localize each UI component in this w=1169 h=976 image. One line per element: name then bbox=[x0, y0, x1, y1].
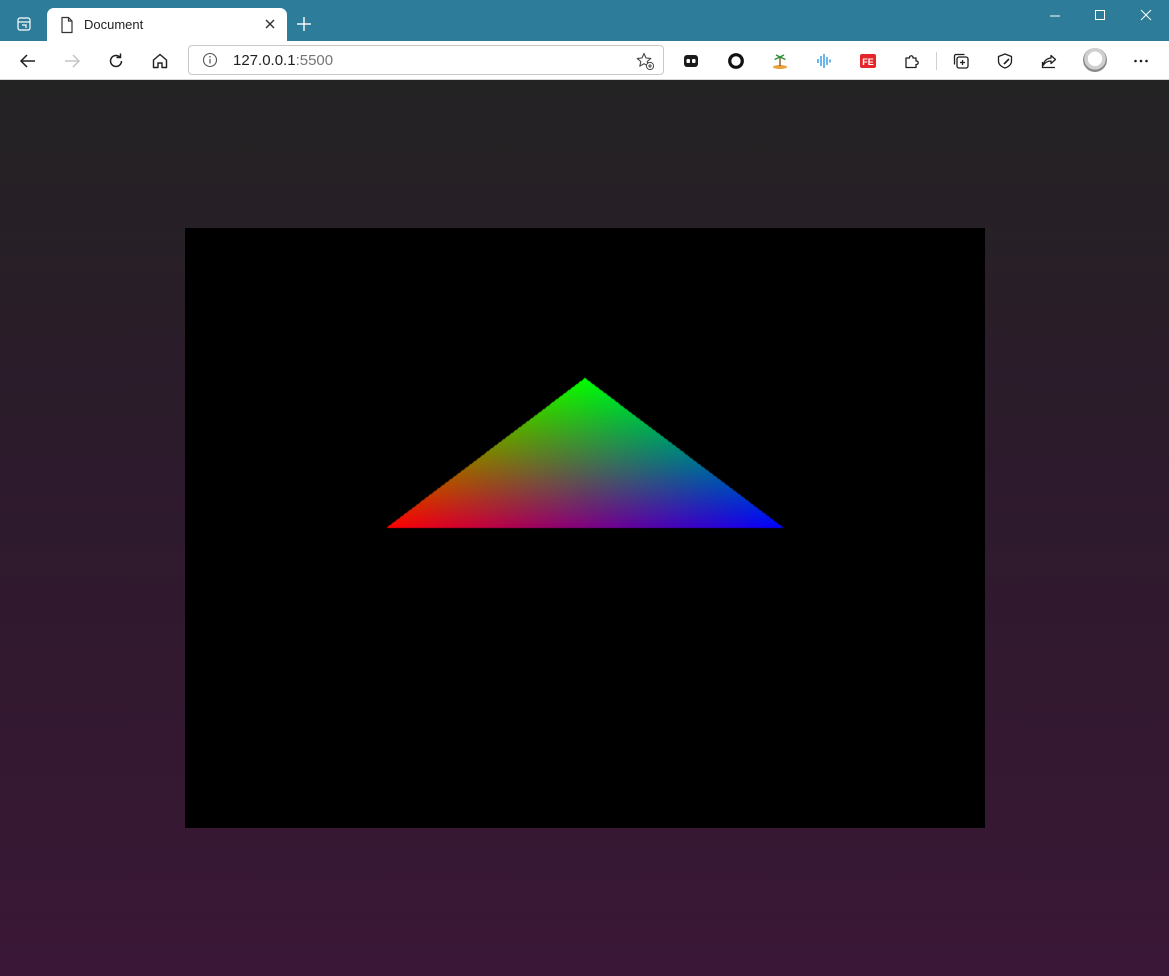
extension-fe-icon: FE bbox=[860, 54, 876, 68]
refresh-button[interactable] bbox=[103, 48, 129, 74]
add-favorite-icon[interactable] bbox=[635, 51, 655, 71]
performance-icon bbox=[997, 53, 1013, 69]
browser-window: Document 127.0.0.1:5500 FE bbox=[0, 0, 1169, 976]
toolbar-separator bbox=[936, 52, 937, 70]
performance-button[interactable] bbox=[992, 48, 1018, 74]
minimize-icon[interactable] bbox=[1045, 6, 1065, 26]
home-button[interactable] bbox=[147, 48, 173, 74]
extension-dark-icon bbox=[684, 55, 698, 67]
extension-audio-icon bbox=[817, 54, 831, 68]
tab-document[interactable]: Document bbox=[47, 8, 287, 41]
extensions-puzzle-icon bbox=[905, 55, 919, 69]
document-icon bbox=[61, 16, 73, 34]
collections-button[interactable] bbox=[948, 48, 974, 74]
info-icon[interactable] bbox=[202, 52, 218, 68]
refresh-icon bbox=[109, 53, 123, 68]
page-viewport bbox=[0, 80, 1169, 976]
forward-arrow-icon bbox=[65, 54, 81, 68]
collections-icon bbox=[953, 53, 969, 69]
address-bar[interactable]: 127.0.0.1:5500 bbox=[188, 45, 664, 75]
profile-avatar[interactable] bbox=[1083, 48, 1107, 72]
extensions-button[interactable] bbox=[899, 48, 925, 74]
tab-actions-button[interactable] bbox=[8, 10, 40, 38]
tab-title: Document bbox=[84, 17, 144, 32]
extension-circle-button[interactable] bbox=[723, 48, 749, 74]
extension-circle-icon bbox=[728, 53, 744, 69]
tab-actions-icon bbox=[17, 17, 31, 31]
extension-fe-button[interactable]: FE bbox=[855, 48, 881, 74]
url-host: 127.0.0.1 bbox=[233, 52, 296, 69]
more-options-icon bbox=[1134, 59, 1148, 63]
extension-island-icon bbox=[773, 54, 787, 69]
navigation-toolbar: 127.0.0.1:5500 FE bbox=[0, 41, 1169, 80]
title-bar: Document bbox=[0, 0, 1169, 41]
forward-button[interactable] bbox=[59, 48, 85, 74]
share-button[interactable] bbox=[1036, 48, 1062, 74]
extension-audio-button[interactable] bbox=[811, 48, 837, 74]
webgl-canvas[interactable] bbox=[185, 228, 985, 828]
close-tab-icon[interactable] bbox=[263, 17, 277, 31]
new-tab-icon[interactable] bbox=[294, 14, 314, 34]
settings-more-button[interactable] bbox=[1128, 48, 1154, 74]
url-text: 127.0.0.1:5500 bbox=[233, 52, 333, 69]
home-icon bbox=[152, 53, 168, 69]
extension-fe-label: FE bbox=[862, 57, 874, 67]
back-button[interactable] bbox=[15, 48, 41, 74]
share-icon bbox=[1041, 54, 1057, 69]
extension-island-button[interactable] bbox=[767, 48, 793, 74]
close-window-icon[interactable] bbox=[1136, 6, 1156, 26]
back-arrow-icon bbox=[19, 54, 35, 68]
url-port: :5500 bbox=[295, 52, 334, 69]
extension-dark-button[interactable] bbox=[678, 48, 704, 74]
maximize-icon[interactable] bbox=[1090, 6, 1110, 26]
